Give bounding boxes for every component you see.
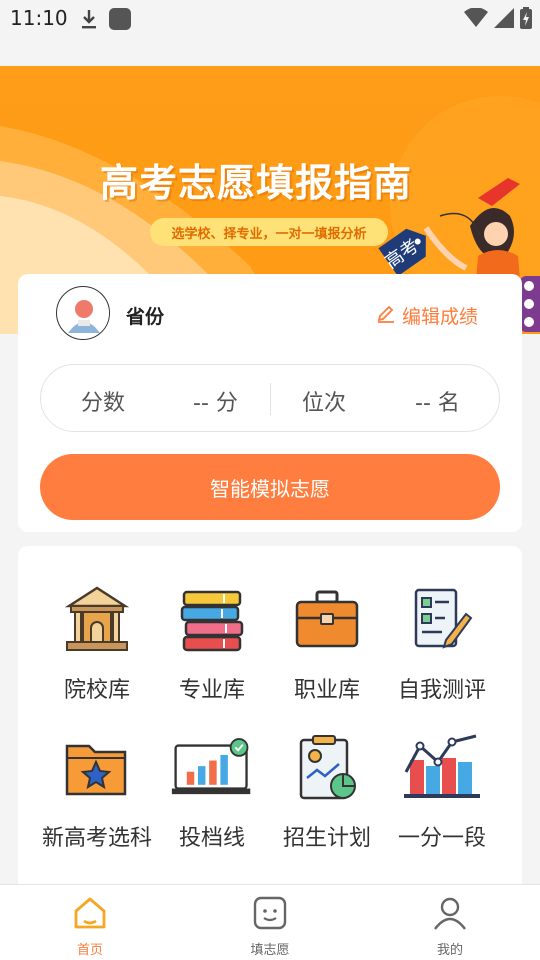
signal-icon [494,8,514,32]
banner-subtitle: 选学校、择专业，一对一填报分析 [171,226,367,242]
tool-major-library[interactable]: 专业库 [149,558,275,703]
tool-enrollment-plan[interactable]: 招生计划 [264,706,390,851]
rank-value: -- 名 [415,391,460,416]
briefcase-icon [285,584,369,656]
line-chart-icon [400,732,484,804]
bottom-navigation: 首页 填志愿 我的 [0,884,540,960]
pencil-icon [376,303,396,328]
avatar[interactable] [56,286,110,340]
tool-label: 新高考选科 [41,826,152,851]
banner-title: 高考志愿填报指南 [100,161,413,205]
tool-score-distribution[interactable]: 一分一段 [379,706,505,851]
tool-admission-line[interactable]: 投档线 [149,706,275,851]
page-dot [524,317,534,327]
divider [270,383,271,415]
tool-label: 专业库 [178,678,245,703]
user-avatar-icon [59,289,109,339]
banner-page-indicator[interactable] [520,276,540,332]
tool-label: 一分一段 [397,826,486,851]
star-folder-icon [55,732,139,804]
nav-home-label: 首页 [76,943,103,958]
score-card: 省份 编辑成绩 分数 -- 分 位次 -- 名 智能模拟志愿 [18,274,522,532]
score-rank-row[interactable]: 分数 -- 分 位次 -- 名 [40,364,500,432]
tool-university-library[interactable]: 院校库 [34,558,160,703]
rank-label: 位次 [302,391,347,416]
tool-label: 自我测评 [397,678,486,703]
clipboard-chart-icon [285,732,369,804]
nav-home[interactable]: 首页 [0,885,180,960]
books-icon [170,584,254,656]
province-label[interactable]: 省份 [126,302,164,329]
edit-score-button[interactable]: 编辑成绩 [376,302,478,329]
tool-label: 院校库 [63,678,130,703]
university-icon [55,584,139,656]
edit-score-label: 编辑成绩 [401,306,478,328]
simulate-application-button[interactable]: 智能模拟志愿 [40,454,500,520]
assessment-icon [400,584,484,656]
tool-self-assessment[interactable]: 自我测评 [379,558,505,703]
tool-label: 职业库 [293,678,360,703]
fill-form-icon [250,893,290,933]
wifi-icon [464,7,488,32]
tool-career-library[interactable]: 职业库 [264,558,390,703]
page-dot [524,299,534,309]
tool-label: 投档线 [178,826,245,851]
page-dot [524,281,534,291]
score-label: 分数 [81,391,126,416]
nav-profile-label: 我的 [436,943,463,958]
battery-icon [520,7,532,33]
home-icon [70,893,110,933]
banner-subtitle-pill: 选学校、择专业，一对一填报分析 [150,218,388,246]
download-icon [80,8,98,34]
tool-new-gaokao-subjects[interactable]: 新高考选科 [34,706,160,851]
tool-label: 招生计划 [282,826,371,851]
nav-fill-application-label: 填志愿 [250,943,290,958]
app-notification-icon [108,7,132,35]
bar-chart-icon [170,732,254,804]
tools-grid: 院校库 专业库 职业库 自我测评 新高考选科 投档线 招生计划 一分一段 [18,546,522,906]
nav-profile[interactable]: 我的 [360,885,540,960]
status-bar: 11:10 [0,0,540,38]
status-time: 11:10 [10,6,68,30]
nav-fill-application[interactable]: 填志愿 [180,885,360,960]
profile-icon [430,893,470,933]
score-value: -- 分 [193,391,238,416]
